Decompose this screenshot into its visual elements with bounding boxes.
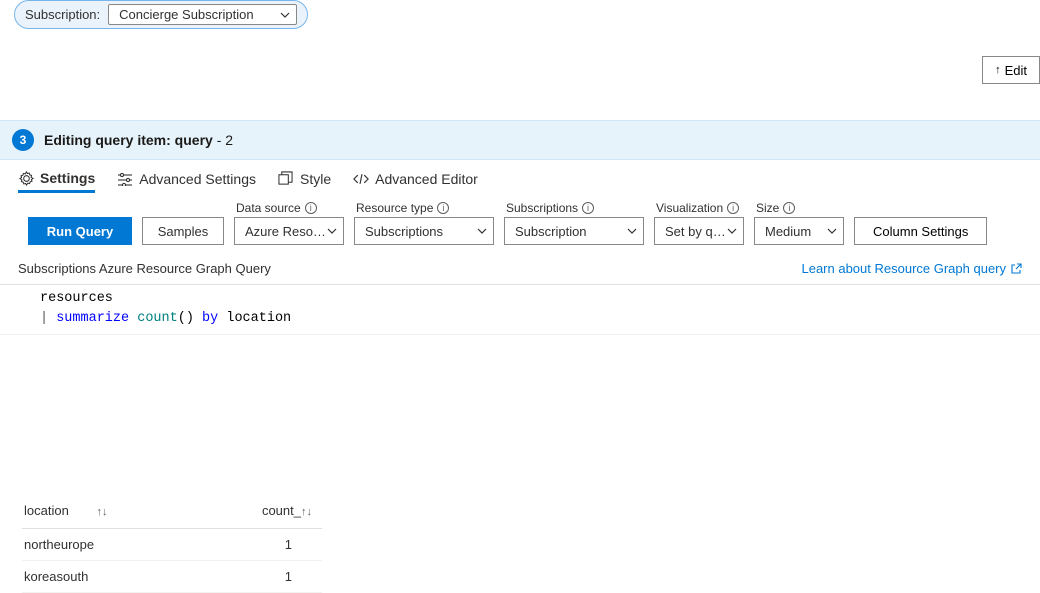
external-link-icon [1010,263,1022,275]
table-row[interactable]: northeurope 1 [22,528,322,560]
tab-style[interactable]: Style [278,171,331,193]
run-query-button[interactable]: Run Query [28,217,132,245]
code-token: summarize [56,311,129,326]
subscription-filter-pill: Subscription: Concierge Subscription [14,0,308,29]
edit-button[interactable]: ↑ Edit [982,56,1040,84]
tab-advanced-editor-label: Advanced Editor [375,171,478,187]
results-area: location ↑↓ count_↑↓ northeurope 1 korea… [0,485,1040,593]
data-source-dropdown[interactable]: Azure Reso… [234,217,344,245]
info-icon[interactable]: i [437,202,449,214]
table-row[interactable]: koreasouth 1 [22,560,322,592]
visualization-value: Set by q… [665,224,726,239]
chevron-down-icon [477,228,487,234]
subscription-selected-value: Concierge Subscription [119,7,253,22]
subscription-label: Subscription: [25,7,100,22]
chevron-down-icon [327,228,337,234]
editing-banner: 3 Editing query item: query - 2 [0,120,1040,160]
run-query-label: Run Query [47,224,113,239]
controls-row: Run Query Samples Data source i Azure Re… [0,193,1040,251]
tab-settings-label: Settings [40,170,95,186]
visualization-dropdown[interactable]: Set by q… [654,217,744,245]
code-token: count [129,311,178,326]
chevron-down-icon [727,228,737,234]
results-table: location ↑↓ count_↑↓ northeurope 1 korea… [22,493,322,593]
subscriptions-label: Subscriptions i [504,201,644,215]
subscription-select[interactable]: Concierge Subscription [108,4,296,25]
sort-icon: ↑↓ [301,506,312,518]
sliders-icon [117,171,133,187]
banner-suffix: - 2 [213,132,233,148]
info-icon[interactable]: i [305,202,317,214]
arrow-up-icon: ↑ [995,64,1001,76]
query-meta-row: Subscriptions Azure Resource Graph Query… [0,251,1040,285]
learn-link-text: Learn about Resource Graph query [801,261,1006,276]
cell-count: 1 [202,560,322,592]
info-icon[interactable]: i [582,202,594,214]
learn-resource-graph-link[interactable]: Learn about Resource Graph query [801,261,1022,276]
visualization-label: Visualization i [654,201,744,215]
size-value: Medium [765,224,811,239]
code-token: location [218,311,291,326]
column-settings-button[interactable]: Column Settings [854,217,987,245]
samples-label: Samples [158,224,209,239]
banner-title: Editing query item: query - 2 [44,132,233,148]
info-icon[interactable]: i [783,202,795,214]
cell-location: northeurope [22,528,202,560]
resource-type-dropdown[interactable]: Subscriptions [354,217,494,245]
resource-type-value: Subscriptions [365,224,443,239]
cell-location: koreasouth [22,560,202,592]
tab-advanced-settings-label: Advanced Settings [139,171,256,187]
style-icon [278,171,294,187]
tab-row: Settings Advanced Settings Style Advance… [0,160,1040,193]
column-settings-label: Column Settings [873,224,968,239]
chevron-down-icon [280,12,290,18]
size-label: Size i [754,201,844,215]
data-source-value: Azure Reso… [245,224,326,239]
data-source-label: Data source i [234,201,344,215]
column-header-count[interactable]: count_↑↓ [202,493,322,529]
size-dropdown[interactable]: Medium [754,217,844,245]
edit-button-label: Edit [1005,63,1027,78]
samples-button[interactable]: Samples [142,217,224,245]
chevron-down-icon [827,228,837,234]
code-token: resources [40,291,113,306]
info-icon[interactable]: i [727,202,739,214]
code-icon [353,171,369,187]
step-badge: 3 [12,129,34,151]
resource-type-label: Resource type i [354,201,494,215]
column-header-count-label: count_ [262,503,301,518]
query-title: Subscriptions Azure Resource Graph Query [18,261,271,276]
gear-icon [18,170,34,186]
column-header-location-label: location [24,503,69,518]
banner-prefix: Editing query item: query [44,132,213,148]
code-token: | [40,311,56,326]
sort-icon: ↑↓ [96,506,107,518]
tab-advanced-editor[interactable]: Advanced Editor [353,171,478,193]
chevron-down-icon [627,228,637,234]
code-token: () [178,311,202,326]
subscriptions-dropdown[interactable]: Subscription [504,217,644,245]
subscriptions-value: Subscription [515,224,587,239]
tab-settings[interactable]: Settings [18,170,95,193]
tab-advanced-settings[interactable]: Advanced Settings [117,171,256,193]
query-code-editor[interactable]: resources | summarize count() by locatio… [0,285,1040,335]
cell-count: 1 [202,528,322,560]
tab-style-label: Style [300,171,331,187]
column-header-location[interactable]: location ↑↓ [22,493,202,529]
code-token: by [202,311,218,326]
